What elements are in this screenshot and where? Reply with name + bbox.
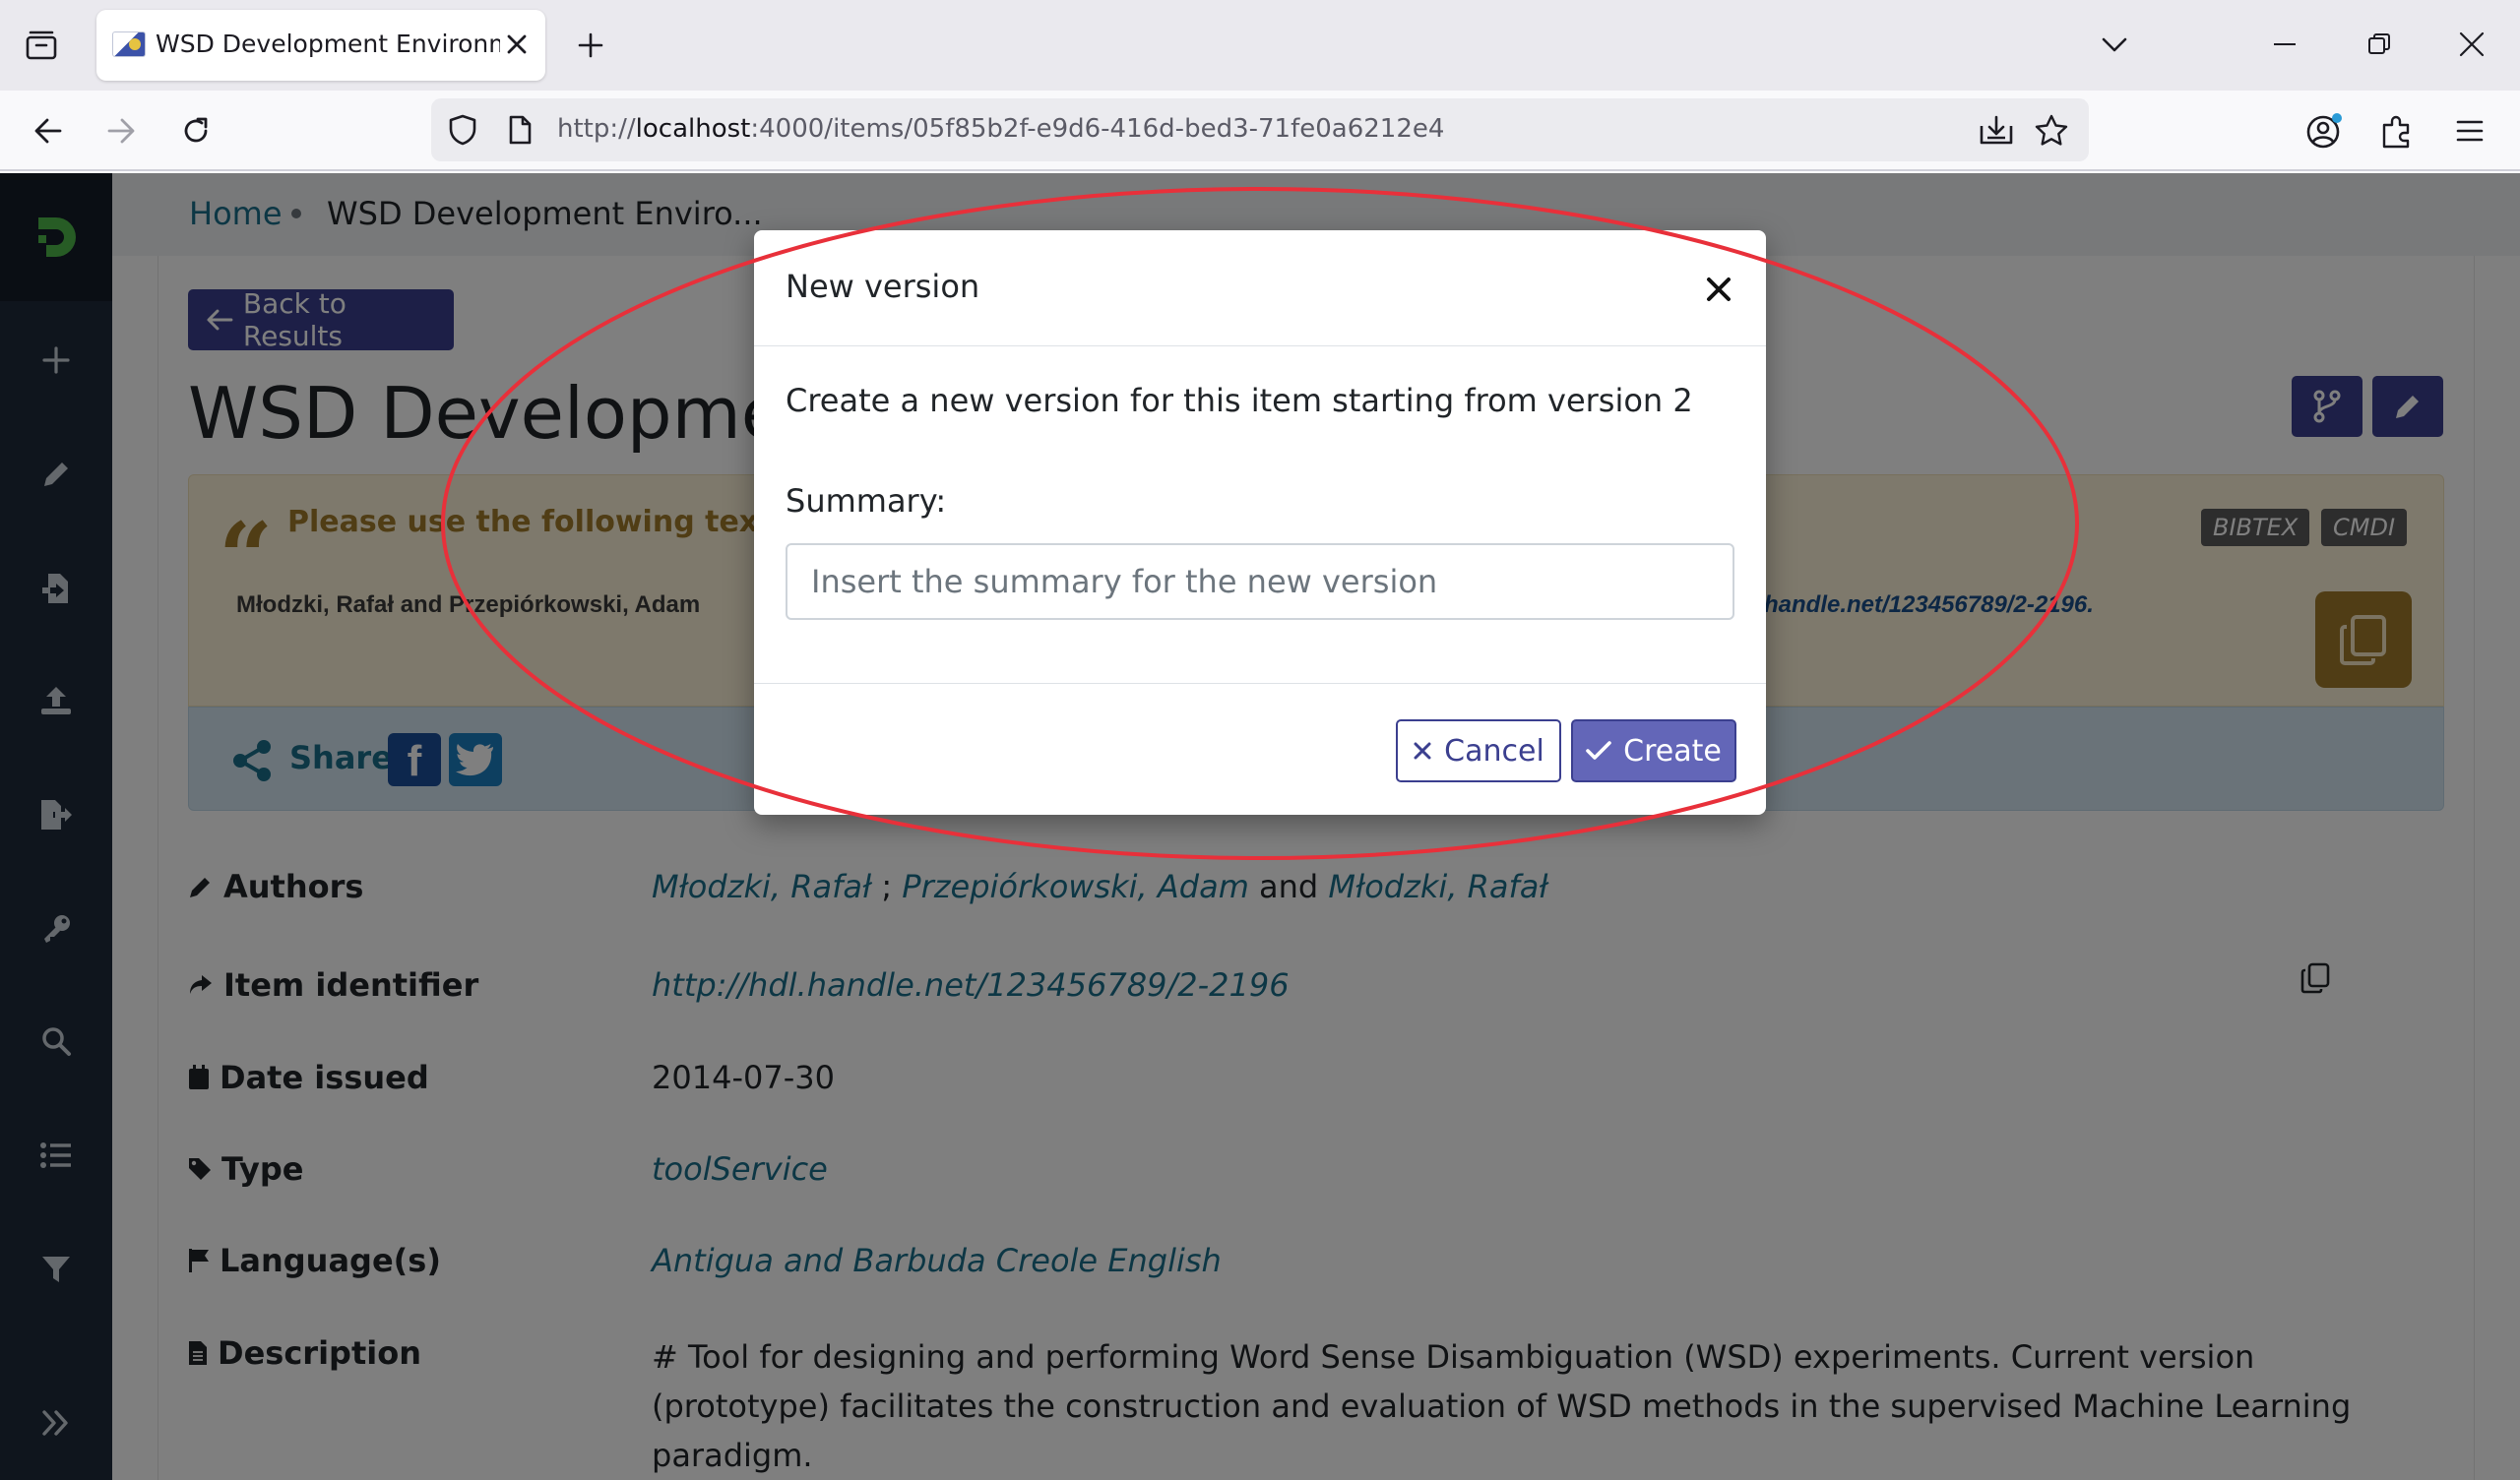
tab-list-button[interactable]: [18, 24, 65, 67]
site-favicon-icon: [112, 31, 146, 57]
puzzle-icon: [2382, 115, 2410, 149]
modal-header: New version: [754, 230, 1766, 346]
address-bar[interactable]: http://localhost:4000/items/05f85b2f-e9d…: [431, 98, 2089, 161]
arrow-right-icon: [107, 118, 135, 144]
browser-tab-bar: WSD Development Environment: [0, 0, 2520, 91]
chevron-down-icon: [2102, 37, 2127, 52]
modal-close-button[interactable]: [1699, 270, 1738, 309]
app-menu-button[interactable]: [2445, 106, 2494, 155]
tab-close-button[interactable]: [502, 30, 532, 59]
tab-list-icon: [26, 31, 57, 60]
page-icon: [509, 115, 532, 145]
reload-button[interactable]: [171, 106, 220, 155]
tab-title: WSD Development Environment: [156, 30, 500, 58]
hamburger-icon: [2456, 120, 2484, 142]
reload-icon: [184, 117, 208, 143]
close-icon: [1414, 742, 1431, 760]
close-icon: [1707, 278, 1731, 301]
browser-tab-active[interactable]: WSD Development Environment: [96, 10, 545, 81]
plus-icon: [578, 32, 603, 58]
download-icon: [1980, 115, 2013, 145]
create-button[interactable]: Create: [1571, 719, 1736, 782]
create-label: Create: [1623, 733, 1722, 769]
summary-label: Summary:: [786, 482, 947, 520]
shield-icon: [449, 114, 476, 146]
check-icon: [1586, 741, 1611, 760]
browser-navigation-bar: http://localhost:4000/items/05f85b2f-e9d…: [0, 91, 2520, 171]
account-icon: [2306, 113, 2342, 149]
restore-icon: [2368, 33, 2390, 54]
list-all-tabs-button[interactable]: [2093, 24, 2136, 67]
minimize-icon: [2274, 43, 2296, 45]
page-info-button[interactable]: [502, 112, 537, 148]
close-icon: [2459, 31, 2485, 57]
save-page-button[interactable]: [1977, 110, 2016, 150]
window-close-button[interactable]: [2447, 20, 2496, 69]
url-text: http://localhost:4000/items/05f85b2f-e9d…: [557, 114, 1445, 144]
arrow-left-icon: [34, 118, 62, 144]
tracking-protection-button[interactable]: [445, 112, 480, 148]
cancel-label: Cancel: [1444, 733, 1544, 769]
bookmark-button[interactable]: [2032, 110, 2071, 150]
star-icon: [2035, 114, 2068, 146]
extensions-button[interactable]: [2372, 106, 2422, 155]
summary-input[interactable]: [786, 543, 1734, 620]
modal-footer: Cancel Create: [754, 683, 1766, 815]
window-minimize-button[interactable]: [2260, 20, 2309, 69]
new-version-modal: New version Create a new version for thi…: [754, 230, 1766, 815]
cancel-button[interactable]: Cancel: [1396, 719, 1561, 782]
window-restore-button[interactable]: [2355, 20, 2404, 69]
close-icon: [507, 34, 527, 54]
modal-title: New version: [786, 268, 980, 305]
modal-body-text: Create a new version for this item start…: [786, 382, 1693, 419]
forward-button[interactable]: [96, 106, 146, 155]
new-tab-button[interactable]: [569, 24, 612, 67]
back-button[interactable]: [24, 106, 73, 155]
account-button[interactable]: [2300, 106, 2349, 155]
